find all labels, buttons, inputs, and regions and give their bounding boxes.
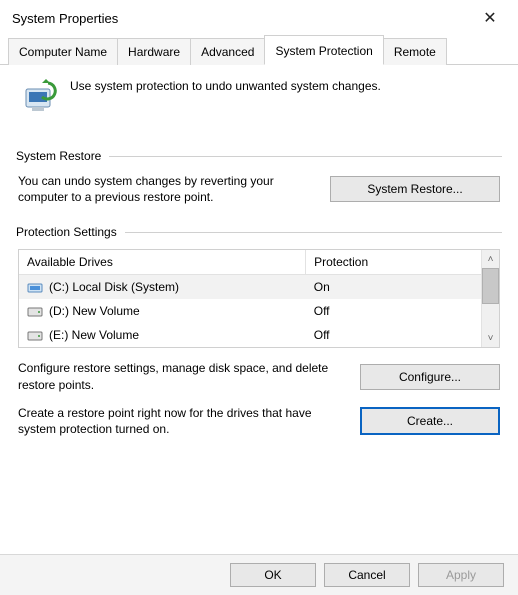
configure-button[interactable]: Configure... [360,364,500,390]
scroll-track[interactable] [482,304,499,329]
window-title: System Properties [12,11,118,26]
apply-button: Apply [418,563,504,587]
tab-computer-name[interactable]: Computer Name [8,38,118,65]
group-protection-settings: Protection Settings Available Drives Pro… [16,225,502,437]
tab-hardware[interactable]: Hardware [117,38,191,65]
divider [125,232,502,233]
drive-system-icon [27,281,43,293]
scroll-thumb[interactable] [482,268,499,304]
tab-advanced[interactable]: Advanced [190,38,265,65]
drive-row[interactable]: (D:) New Volume Off [19,299,481,323]
close-icon: ✕ [483,10,496,27]
create-button[interactable]: Create... [360,407,500,435]
group-label-protection-settings: Protection Settings [16,225,117,239]
drive-label: (E:) New Volume [49,328,139,342]
drive-row[interactable]: (E:) New Volume Off [19,323,481,347]
tab-system-protection[interactable]: System Protection [264,35,383,65]
titlebar: System Properties ✕ [0,0,518,34]
scroll-down-button[interactable]: ˅ [482,329,499,347]
group-system-restore: System Restore You can undo system chang… [16,149,502,205]
drive-protection: Off [306,323,481,347]
create-desc: Create a restore point right now for the… [18,405,348,437]
scroll-up-button[interactable]: ˄ [482,250,499,268]
tab-content: Use system protection to undo unwanted s… [0,65,518,455]
dialog-button-row: OK Cancel Apply [0,554,518,595]
ok-button[interactable]: OK [230,563,316,587]
drive-row[interactable]: (C:) Local Disk (System) On [19,275,481,299]
system-restore-desc: You can undo system changes by reverting… [18,173,318,205]
drive-label: (D:) New Volume [49,304,140,318]
configure-desc: Configure restore settings, manage disk … [18,360,348,392]
tab-remote[interactable]: Remote [383,38,447,65]
scrollbar[interactable]: ˄ ˅ [481,250,499,347]
group-label-system-restore: System Restore [16,149,101,163]
divider [109,156,502,157]
system-restore-button[interactable]: System Restore... [330,176,500,202]
drive-icon [27,329,43,341]
drive-protection: On [306,275,481,299]
intro-text: Use system protection to undo unwanted s… [70,79,381,93]
drive-list-header: Available Drives Protection [19,250,481,275]
col-header-drives[interactable]: Available Drives [19,250,305,274]
drive-label: (C:) Local Disk (System) [49,280,179,294]
system-protection-icon [20,79,60,115]
intro-row: Use system protection to undo unwanted s… [16,73,502,129]
drive-protection: Off [306,299,481,323]
close-button[interactable]: ✕ [472,8,508,28]
tab-strip: Computer Name Hardware Advanced System P… [0,34,518,65]
cancel-button[interactable]: Cancel [324,563,410,587]
drive-icon [27,305,43,317]
col-header-protection[interactable]: Protection [305,250,481,274]
chevron-down-icon: ˅ [488,333,494,344]
chevron-up-icon: ˄ [488,254,494,265]
drive-list: Available Drives Protection (C:) Local D… [18,249,500,348]
